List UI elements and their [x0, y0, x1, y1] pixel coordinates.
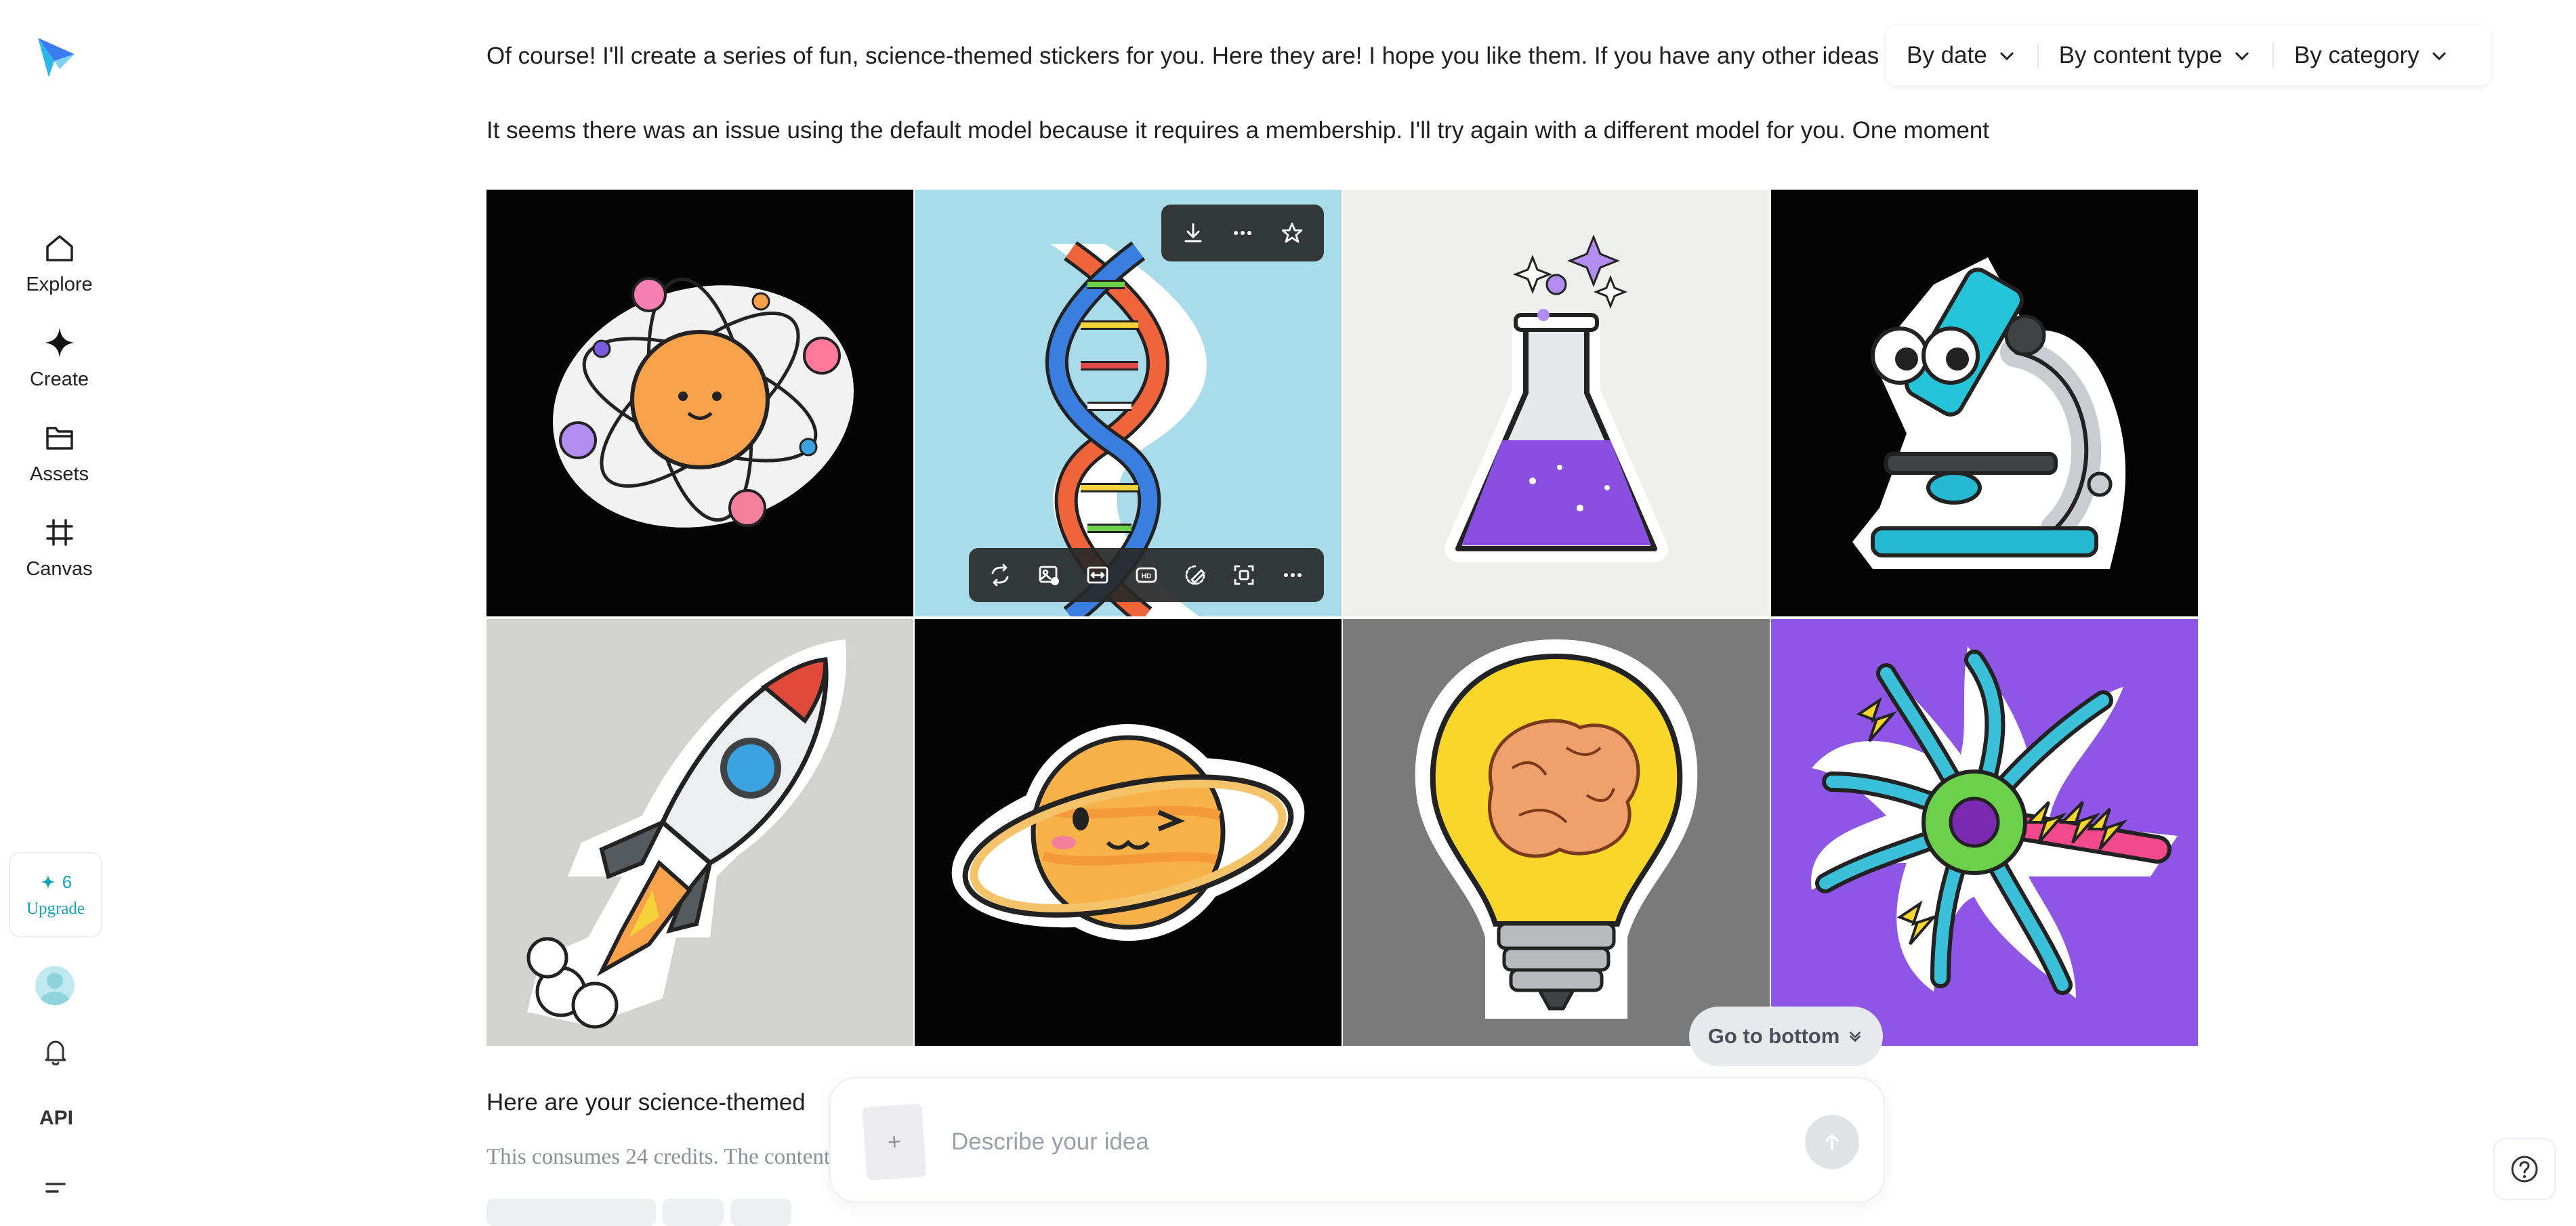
image-top-toolbar: [1161, 205, 1324, 261]
sidebar-item-label: Create: [29, 368, 89, 390]
crop-button[interactable]: [1226, 557, 1262, 593]
credits-count: 6: [39, 872, 72, 893]
eraser-button[interactable]: [1178, 557, 1213, 593]
sticker-brain-bulb-image[interactable]: [1343, 619, 1770, 1046]
more-icon: [1284, 573, 1302, 577]
svg-text:HD: HD: [1142, 573, 1151, 580]
sticker-atom-image[interactable]: [486, 190, 913, 616]
sticker-microscope-image[interactable]: [1771, 190, 2198, 616]
menu-icon[interactable]: [39, 1173, 72, 1207]
upgrade-link[interactable]: Upgrade: [26, 900, 85, 918]
action-chip[interactable]: [730, 1199, 791, 1226]
credits-value: 6: [62, 871, 72, 892]
prompt-input[interactable]: [950, 1118, 1684, 1166]
sidebar-item-label: Canvas: [26, 558, 93, 580]
filter-by-category[interactable]: By category: [2274, 26, 2470, 85]
sparkle-icon: [44, 328, 75, 358]
attach-image-button[interactable]: +: [862, 1103, 927, 1181]
filter-label: By category: [2293, 42, 2419, 68]
filter-label: By content type: [2058, 42, 2222, 68]
favorite-button[interactable]: [1274, 215, 1310, 251]
prompt-box: +: [829, 1077, 1885, 1203]
sparkle-icon: [40, 874, 56, 889]
eraser-icon: [1185, 565, 1205, 585]
more-button[interactable]: [1225, 215, 1260, 251]
sticker-rocket-image[interactable]: [486, 619, 913, 1046]
download-button[interactable]: [1176, 215, 1211, 251]
api-link[interactable]: API: [39, 1107, 73, 1130]
more-button[interactable]: [1275, 557, 1310, 593]
image-bottom-toolbar: HD: [969, 548, 1324, 602]
more-icon: [1233, 231, 1251, 235]
help-icon: [2511, 1156, 2538, 1183]
expand-button[interactable]: [1080, 557, 1115, 593]
expand-icon: [1087, 566, 1108, 584]
hash-icon: [45, 519, 73, 546]
chevron-down-icon: [2432, 51, 2446, 61]
star-icon: [1281, 222, 1303, 243]
home-icon: [45, 235, 73, 261]
download-icon: [1184, 223, 1202, 242]
filter-by-content-type[interactable]: By content type: [2039, 26, 2272, 85]
chevron-down-icon: [1999, 51, 2014, 61]
avatar[interactable]: [35, 966, 75, 1005]
sidebar-item-label: Assets: [29, 463, 89, 485]
hd-icon: HD: [1136, 567, 1157, 583]
attach-plus-icon: +: [886, 1128, 902, 1156]
sidebar-item-label: Explore: [26, 274, 93, 295]
double-chevron-down-icon: [1850, 1032, 1861, 1042]
sidebar-item-assets[interactable]: Assets: [14, 420, 105, 486]
sidebar-item-canvas[interactable]: Canvas: [14, 515, 105, 580]
image-edit-icon: [1039, 566, 1059, 585]
action-chip[interactable]: [663, 1199, 724, 1226]
sidebar-item-explore[interactable]: Explore: [14, 230, 105, 296]
go-to-bottom-button[interactable]: Go to bottom: [1689, 1007, 1883, 1066]
arrow-up-icon: [1825, 1134, 1839, 1150]
chevron-down-icon: [2235, 51, 2249, 61]
filter-by-date[interactable]: By date: [1886, 26, 2037, 85]
filter-label: By date: [1907, 42, 1987, 68]
regenerate-icon: [991, 564, 1009, 587]
sticker-planet-image[interactable]: [915, 619, 1342, 1046]
go-to-bottom-label: Go to bottom: [1707, 1024, 1840, 1048]
assistant-message-retry: It seems there was an issue using the de…: [486, 117, 1989, 144]
notifications-bell-icon[interactable]: [39, 1035, 72, 1069]
help-button[interactable]: [2493, 1138, 2556, 1200]
upgrade-box[interactable]: 6 Upgrade: [9, 852, 102, 937]
app-logo[interactable]: [33, 34, 80, 81]
paper-plane-logo-icon: [38, 38, 75, 77]
folder-icon: [45, 427, 73, 450]
user-avatar-icon: [40, 973, 70, 1005]
sticker-neuron-image[interactable]: [1771, 619, 2198, 1046]
hd-button[interactable]: HD: [1129, 557, 1164, 593]
credits-note: This consumes 24 credits. The content: [486, 1145, 831, 1169]
action-chip[interactable]: [486, 1199, 656, 1226]
sticker-image-grid: HD: [486, 190, 2201, 1046]
filter-bar: By date By content type By category: [1886, 26, 2491, 85]
crop-icon: [1234, 565, 1254, 585]
image-edit-button[interactable]: [1031, 557, 1066, 593]
sidebar-item-create[interactable]: Create: [14, 325, 105, 391]
send-button[interactable]: [1805, 1115, 1859, 1169]
regenerate-button[interactable]: [982, 557, 1018, 593]
sticker-flask-image[interactable]: [1343, 190, 1770, 616]
assistant-message-result: Here are your science-themed stickers: [486, 1089, 805, 1116]
assistant-message-intro: Of course! I'll create a series of fun, …: [486, 43, 1879, 69]
